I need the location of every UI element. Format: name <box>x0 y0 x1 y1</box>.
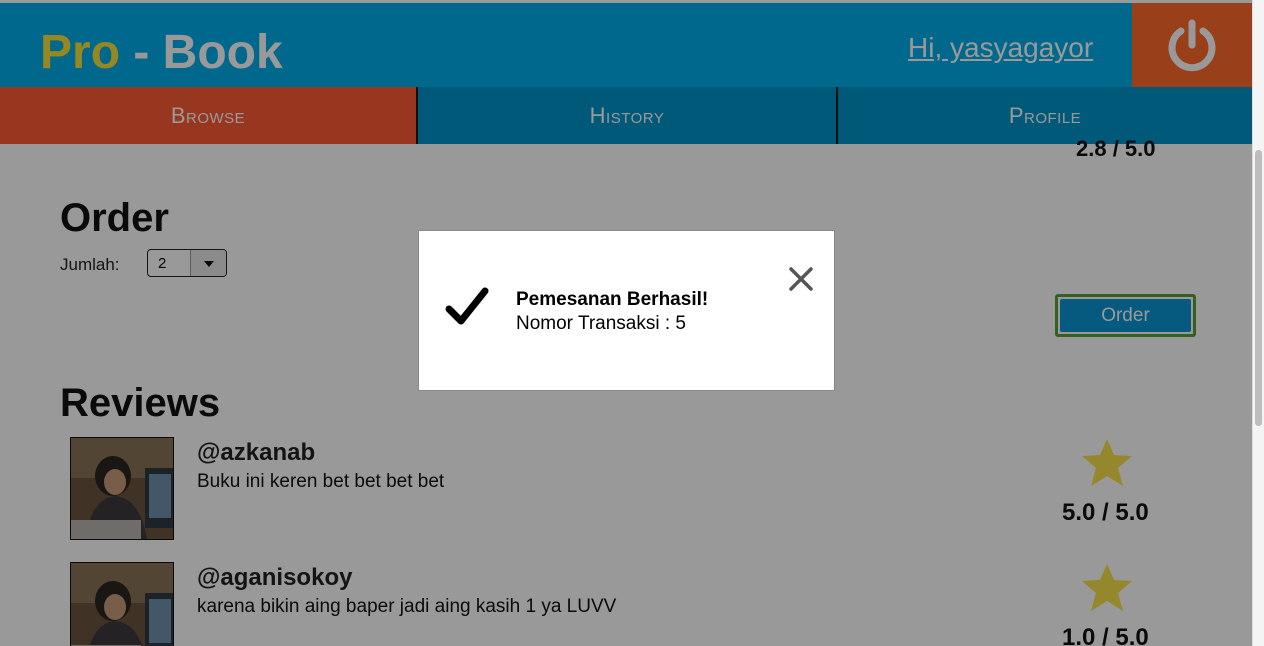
scrollbar-thumb[interactable] <box>1255 150 1262 426</box>
order-success-modal: Pemesanan Berhasil! Nomor Transaksi : 5 <box>418 230 835 391</box>
modal-message: Nomor Transaksi : 5 <box>516 313 686 334</box>
check-icon <box>445 287 489 325</box>
close-icon[interactable] <box>787 265 815 293</box>
page: Pro - Book Hi, yasyagayor Browse History… <box>0 0 1264 646</box>
modal-title: Pemesanan Berhasil! <box>516 289 709 310</box>
